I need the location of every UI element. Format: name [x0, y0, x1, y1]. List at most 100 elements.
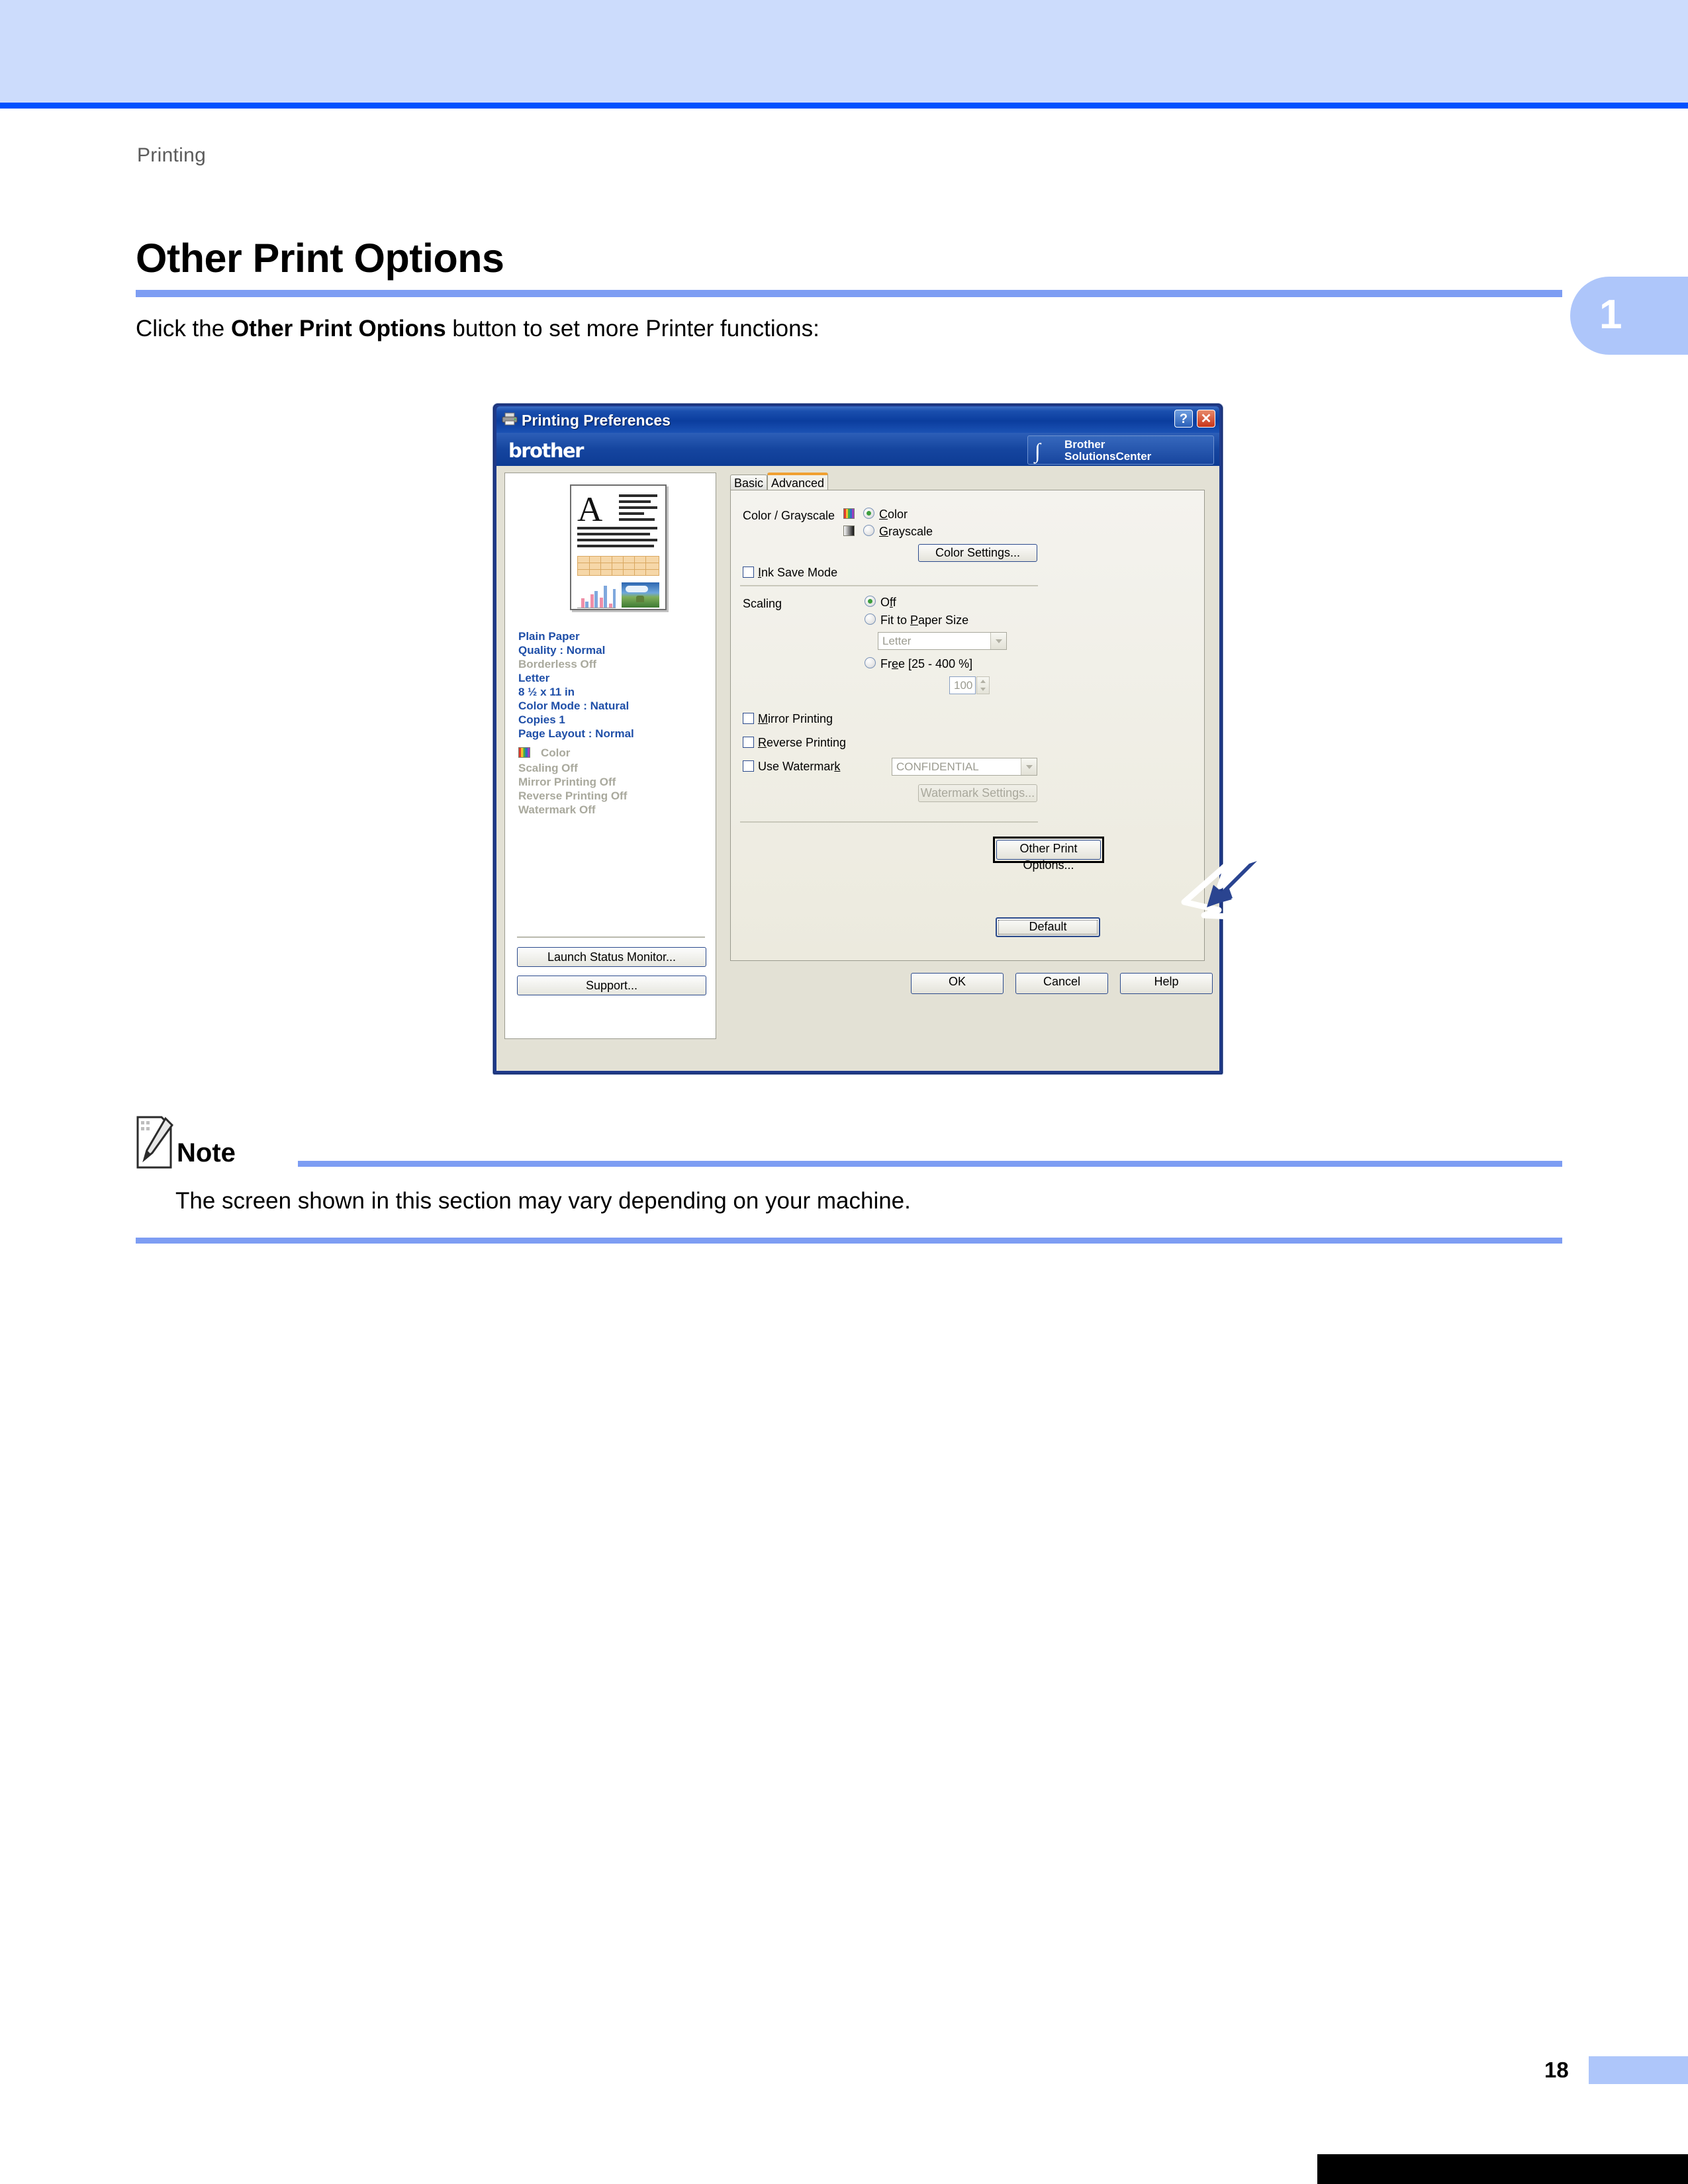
intro-paragraph: Click the Other Print Options button to …: [136, 316, 820, 342]
intro-text-bold: Other Print Options: [230, 316, 446, 341]
watermark-combobox[interactable]: CONFIDENTIAL: [892, 758, 1037, 776]
close-icon[interactable]: ✕: [1197, 410, 1215, 428]
intro-text-after: button to set more Printer functions:: [445, 316, 820, 341]
swoosh-icon: ∫: [1035, 439, 1041, 463]
chevron-down-icon[interactable]: [990, 633, 1006, 649]
checkbox-mirror-printing[interactable]: [743, 713, 754, 724]
quantity-stepper[interactable]: [976, 676, 990, 694]
radio-color[interactable]: [863, 508, 874, 519]
color-swatch-icon: [843, 508, 855, 519]
radio-free-scaling-label: Free [25 - 400 %]: [880, 657, 973, 670]
note-rule: [298, 1161, 1562, 1167]
preview-status: Scaling Off: [518, 762, 578, 774]
title-underline-rule: [136, 290, 1562, 297]
dialog-titlebar: Printing Preferences ? ✕: [496, 406, 1219, 433]
watermark-settings-button: Watermark Settings...: [918, 784, 1037, 802]
chapter-tab: 1: [1570, 277, 1688, 355]
support-button[interactable]: Support...: [517, 976, 706, 995]
ink-save-mode-label: Ink Save Mode: [758, 566, 838, 579]
note-label: Note: [177, 1138, 236, 1167]
preview-setting: Plain Paper: [518, 630, 580, 643]
default-button[interactable]: Default: [996, 917, 1100, 937]
color-swatch-icon: [518, 747, 530, 758]
brand-bar: brother ∫ Brother SolutionsCenter: [496, 433, 1219, 466]
launch-status-monitor-button[interactable]: Launch Status Monitor...: [517, 947, 706, 967]
preview-status: Mirror Printing Off: [518, 776, 616, 788]
preview-setting: 8 ½ x 11 in: [518, 686, 575, 698]
options-area: Basic Advanced Color / Grayscale Color G…: [725, 473, 1213, 1071]
dialog-body: A Plain Paper Quality: Normal Borderles…: [496, 466, 1219, 1071]
other-print-options-button[interactable]: Other Print Options...: [996, 840, 1101, 872]
preview-letter-a: A: [577, 490, 603, 529]
bottom-black-bar: [1317, 2154, 1688, 2184]
reverse-rest: everse Printing: [767, 736, 847, 749]
checkbox-ink-save-mode[interactable]: [743, 567, 754, 578]
advanced-tab-panel: Color / Grayscale Color Grayscale Color …: [730, 490, 1205, 961]
note-pencil-icon: [136, 1116, 173, 1169]
preview-bar-chart: [577, 582, 616, 608]
chevron-down-icon[interactable]: [1021, 758, 1037, 775]
intro-text-before: Click the: [136, 316, 231, 341]
preview-setting: Color Mode : Natural: [518, 700, 630, 712]
preview-setting: Letter: [518, 672, 550, 684]
brother-logo: brother: [508, 439, 584, 462]
preview-pane: A Plain Paper Quality: Normal Borderles…: [504, 473, 716, 1039]
paper-size-value: Letter: [882, 635, 912, 647]
tab-strip: Basic Advanced: [725, 473, 1211, 491]
mirror-printing-label: Mirror Printing: [758, 712, 833, 725]
preview-status: Reverse Printing Off: [518, 790, 628, 802]
radio-scaling-off[interactable]: [865, 596, 876, 607]
color-grayscale-label: Color / Grayscale: [743, 509, 835, 522]
page-header-band: [0, 0, 1688, 103]
preview-status: Watermark Off: [518, 803, 596, 816]
radio-fit-to-paper-size[interactable]: [865, 614, 876, 625]
radio-scaling-off-label: Off: [880, 596, 896, 609]
grayscale-swatch-icon: [843, 525, 855, 536]
mirror-rest: irror Printing: [768, 712, 833, 725]
note-text: The screen shown in this section may var…: [175, 1188, 911, 1214]
tab-basic[interactable]: Basic: [730, 475, 767, 491]
preview-setting: Quality : Normal: [518, 644, 606, 657]
preview-photo: [622, 582, 659, 608]
ok-button[interactable]: OK: [911, 973, 1004, 994]
free-scaling-value: 100: [954, 679, 973, 692]
printer-icon: [502, 412, 518, 426]
document-preview-thumbnail: A: [570, 484, 667, 610]
dialog-title: Printing Preferences: [522, 412, 671, 429]
radio-free-scaling[interactable]: [865, 657, 876, 668]
preview-setting: Borderless Off: [518, 658, 597, 670]
running-head: Printing: [137, 144, 207, 166]
ink-save-rest: nk Save Mode: [761, 566, 838, 579]
radio-fit-to-paper-size-label: Fit to Paper Size: [880, 614, 969, 627]
page-number: 18: [1544, 2058, 1569, 2082]
page-title: Other Print Options: [136, 236, 504, 281]
radio-grayscale[interactable]: [863, 525, 874, 536]
grayscale-option-rest: rayscale: [888, 525, 933, 538]
titlebar-help-button[interactable]: ?: [1174, 410, 1193, 428]
paper-size-combobox[interactable]: Letter: [878, 632, 1007, 650]
preview-color-label: Color: [541, 747, 571, 759]
cancel-button[interactable]: Cancel: [1015, 973, 1108, 994]
footer-color-block: [1589, 2056, 1688, 2084]
preview-setting: Page Layout : Normal: [518, 727, 634, 740]
brother-solutions-center-button[interactable]: ∫ Brother SolutionsCenter: [1027, 435, 1214, 465]
reverse-printing-label: Reverse Printing: [758, 736, 847, 749]
preview-separator: [517, 936, 705, 938]
solutions-center-line1: Brother: [1064, 438, 1105, 451]
solutions-center-line2: SolutionsCenter: [1064, 450, 1152, 463]
annotation-arrow-icon: [1181, 855, 1262, 921]
note-bottom-rule: [136, 1238, 1562, 1244]
checkbox-reverse-printing[interactable]: [743, 737, 754, 748]
preview-setting: Copies 1: [518, 713, 565, 726]
color-settings-button[interactable]: Color Settings...: [918, 544, 1037, 562]
radio-color-label: Color: [879, 508, 908, 521]
tab-advanced[interactable]: Advanced: [767, 473, 828, 491]
free-scaling-input[interactable]: 100: [949, 676, 976, 694]
color-option-rest: olor: [888, 508, 908, 521]
help-button[interactable]: Help: [1120, 973, 1213, 994]
printing-preferences-dialog: Printing Preferences ? ✕ brother ∫ Broth…: [493, 404, 1223, 1074]
scaling-label: Scaling: [743, 597, 782, 610]
preview-table: [577, 556, 659, 576]
checkbox-use-watermark[interactable]: [743, 760, 754, 772]
use-watermark-label: Use Watermark: [758, 760, 841, 773]
